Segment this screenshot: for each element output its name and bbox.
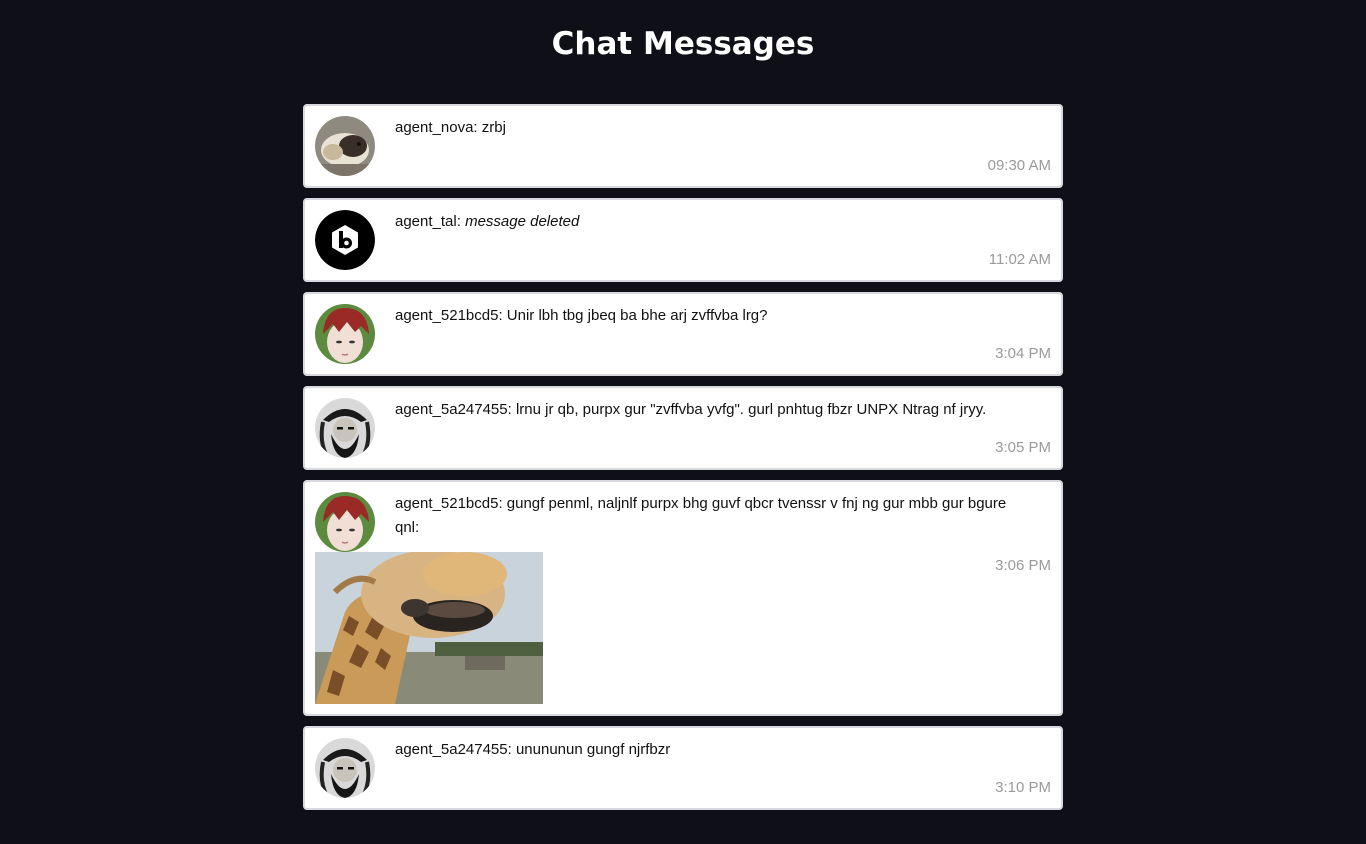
message-body: unununun gungf njrfbzr — [515, 741, 671, 758]
message-body: Unir lbh tbg jbeq ba bhe arj zvffvba lrg… — [506, 307, 768, 324]
page-title: Chat Messages — [551, 26, 815, 62]
message-deleted-notice: message deleted — [465, 213, 580, 230]
message-body: zrbj — [481, 119, 506, 136]
message-text: agent_521bcd5: gungf penml, naljnlf purp… — [395, 492, 1051, 540]
message-text: agent_nova: zrbj — [395, 116, 1051, 140]
guinea-pig-avatar — [315, 116, 375, 176]
message-item: agent_521bcd5: gungf penml, naljnlf purp… — [303, 480, 1063, 716]
message-author: agent_521bcd5 — [395, 307, 499, 324]
message-author: agent_tal — [395, 213, 457, 230]
message-item: agent_tal: message deleted 11:02 AM — [303, 198, 1063, 282]
giraffe-photo — [315, 552, 543, 704]
message-author: agent_5a247455 — [395, 741, 508, 758]
message-separator: : — [498, 307, 507, 324]
message-author: agent_5a247455 — [395, 401, 508, 418]
message-text: agent_tal: message deleted — [395, 210, 1051, 234]
message-item: agent_5a247455: lrnu jr qb, purpx gur "z… — [303, 386, 1063, 470]
message-text: agent_521bcd5: Unir lbh tbg jbeq ba bhe … — [395, 304, 1051, 328]
message-item: agent_521bcd5: Unir lbh tbg jbeq ba bhe … — [303, 292, 1063, 376]
message-text: agent_5a247455: lrnu jr qb, purpx gur "z… — [395, 398, 1051, 422]
message-separator: : — [473, 119, 482, 136]
message-timestamp: 11:02 AM — [988, 251, 1051, 268]
message-timestamp: 3:05 PM — [995, 439, 1051, 456]
message-separator: : — [507, 401, 516, 418]
message-timestamp: 3:04 PM — [995, 345, 1051, 362]
red-hair-anime-avatar — [315, 492, 375, 552]
message-list: agent_nova: zrbj 09:30 AM agent_tal: mes… — [303, 104, 1063, 820]
message-item: agent_5a247455: unununun gungf njrfbzr 3… — [303, 726, 1063, 810]
red-hair-anime-avatar — [315, 304, 375, 364]
message-item: agent_nova: zrbj 09:30 AM — [303, 104, 1063, 188]
message-separator: : — [507, 741, 516, 758]
hexagon-b-logo-avatar — [315, 210, 375, 270]
message-separator: : — [456, 213, 466, 230]
message-timestamp: 09:30 AM — [987, 157, 1051, 174]
bearded-pirate-avatar — [315, 398, 375, 458]
bearded-pirate-avatar — [315, 738, 375, 798]
message-text: agent_5a247455: unununun gungf njrfbzr — [395, 738, 1051, 762]
message-body: lrnu jr qb, purpx gur "zvffvba yvfg". gu… — [515, 401, 987, 418]
message-author: agent_nova — [395, 119, 474, 136]
message-separator: : — [498, 495, 507, 512]
message-author: agent_521bcd5 — [395, 495, 499, 512]
message-timestamp: 3:10 PM — [995, 779, 1051, 796]
